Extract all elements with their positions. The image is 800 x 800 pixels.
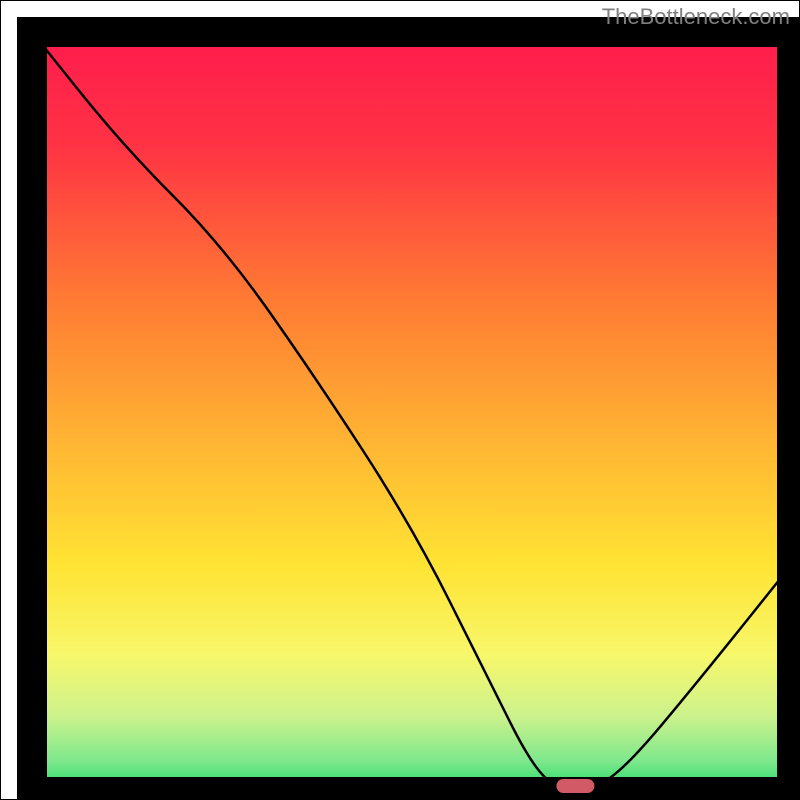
bottleneck-chart: [0, 0, 800, 800]
watermark-text: TheBottleneck.com: [602, 4, 790, 30]
chart-container: TheBottleneck.com: [0, 0, 800, 800]
